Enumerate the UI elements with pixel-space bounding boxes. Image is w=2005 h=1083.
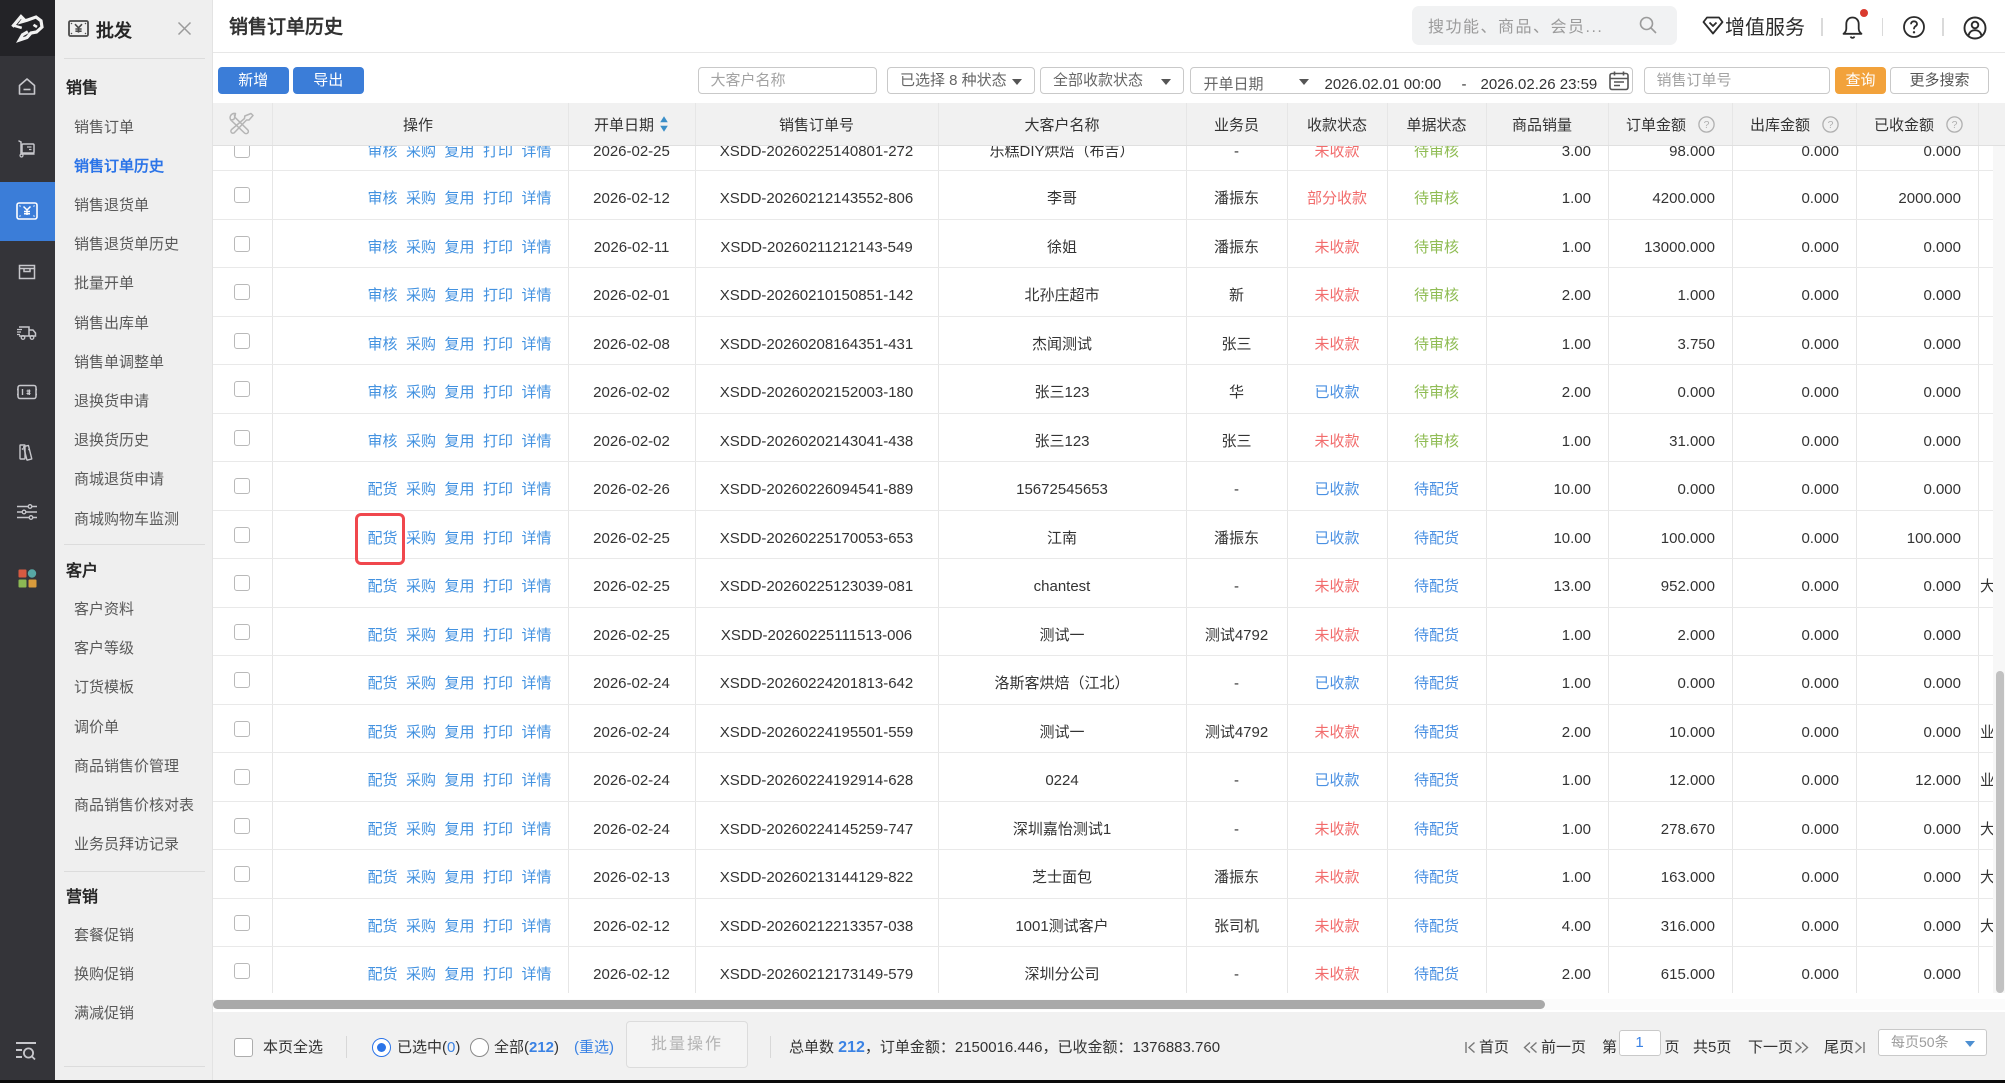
svg-text:?: ? <box>1828 119 1834 131</box>
svg-text:?: ? <box>1704 119 1710 131</box>
svg-text:?: ? <box>1952 119 1958 131</box>
